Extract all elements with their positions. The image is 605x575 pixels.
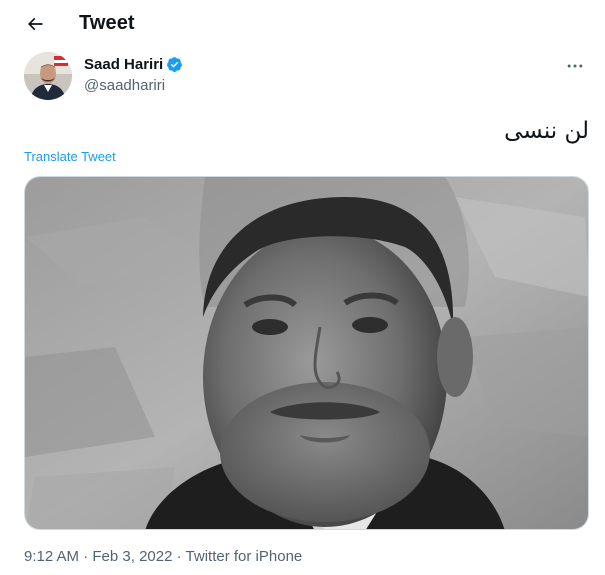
meta-separator: · [176, 548, 182, 565]
verified-badge-icon [167, 57, 183, 72]
tweet-meta: 9:12 AM · Feb 3, 2022 · Twitter for iPho… [24, 548, 302, 565]
tweet-date[interactable]: Feb 3, 2022 [92, 548, 172, 565]
more-horizontal-icon [567, 64, 583, 68]
arrow-left-icon [27, 17, 43, 31]
tweet-photo[interactable] [24, 176, 589, 530]
tweet-text: لن ننسى [504, 118, 589, 144]
author-name[interactable]: Saad Hariri [84, 56, 163, 73]
tweet-source[interactable]: Twitter for iPhone [186, 548, 303, 565]
tweet-header: Tweet [0, 0, 605, 48]
tweet-time[interactable]: 9:12 AM [24, 548, 79, 565]
back-button[interactable] [18, 10, 52, 38]
author-name-row: Saad Hariri [84, 56, 183, 73]
author-handle[interactable]: @saadhariri [84, 77, 165, 94]
translate-tweet-link[interactable]: Translate Tweet [24, 149, 116, 164]
more-options-button[interactable] [563, 54, 587, 78]
meta-separator: · [83, 548, 89, 565]
tweet-author: Saad Hariri @saadhariri [24, 52, 584, 102]
page-title: Tweet [79, 12, 135, 34]
avatar[interactable] [24, 52, 72, 100]
